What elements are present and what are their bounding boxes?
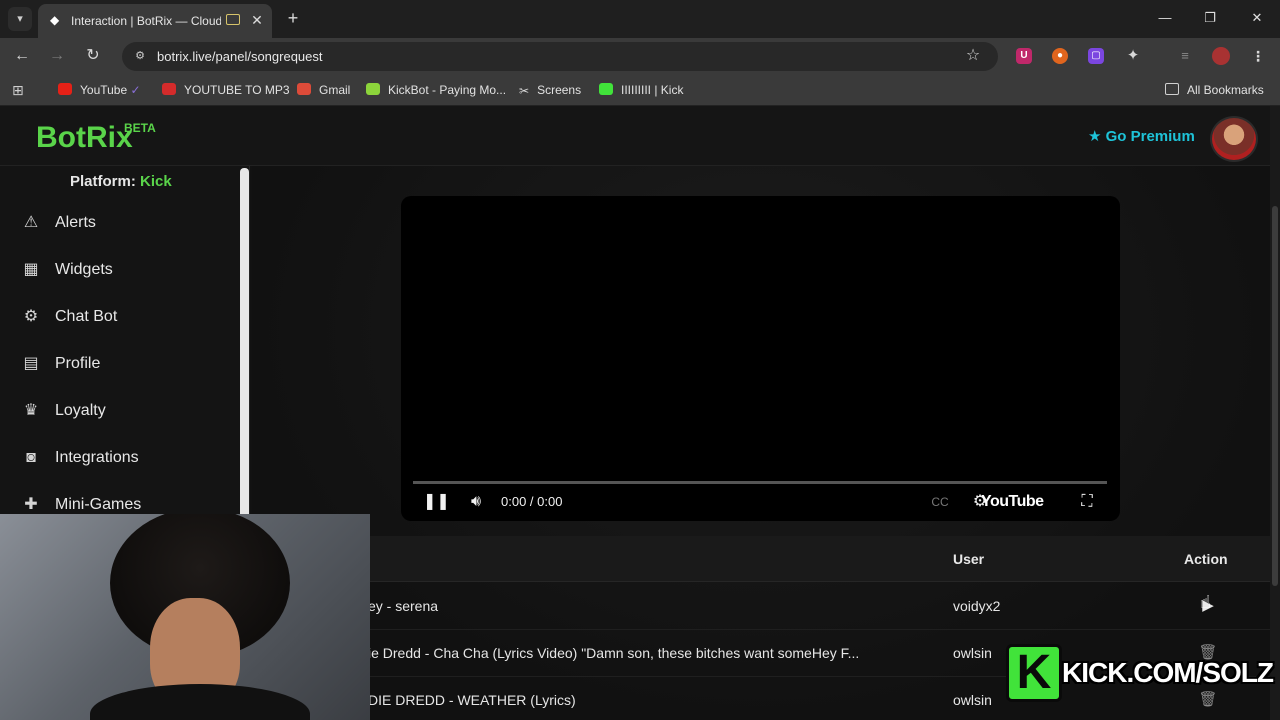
close-tab-icon[interactable]: ✕ <box>248 11 266 29</box>
trophy-icon: ♛ <box>23 402 39 419</box>
reload-icon[interactable]: ↻ <box>82 45 104 67</box>
column-action: Action <box>1184 551 1228 567</box>
webcam-overlay <box>0 514 370 720</box>
botrix-logo[interactable]: BotRix <box>36 120 133 156</box>
scissors-icon: ✂ <box>519 84 530 98</box>
top-navbar: BotRix BETA ★ Go Premium <box>0 106 1270 166</box>
requester-name: voidyx2 <box>953 598 1001 614</box>
bookmark-youtube[interactable]: YouTube ✓ <box>58 81 141 99</box>
user-avatar[interactable] <box>1210 116 1258 162</box>
minimize-icon[interactable]: — <box>1154 8 1176 28</box>
sidebar-item-label: Mini-Games <box>55 496 142 513</box>
pause-icon[interactable]: ❚❚ <box>423 491 450 513</box>
gmail-icon <box>297 83 311 95</box>
fullscreen-icon[interactable]: ⛶ <box>1076 491 1098 513</box>
song-title: DIE DREDD - WEATHER (Lyrics) <box>368 692 576 708</box>
all-bookmarks[interactable]: All Bookmarks <box>1165 81 1264 99</box>
youtube-player[interactable]: ❚❚ 🔊︎ 0:00 / 0:00 CC ⚙ YouTube ⛶ <box>401 196 1120 521</box>
sidebar-scrollbar[interactable] <box>240 168 249 528</box>
apps-grid-icon[interactable]: ⊞ <box>12 81 24 99</box>
check-icon: ✓ <box>130 83 141 97</box>
converter-icon <box>162 83 176 95</box>
requester-name: owlsin <box>953 692 992 708</box>
grid-icon: ▦ <box>23 261 39 278</box>
kick-channel-overlay: K KICK.COM/SOLZ <box>1006 640 1274 706</box>
twitch-extension-icon[interactable]: ▢ <box>1088 48 1104 64</box>
sidebar-item-alerts[interactable]: ⚠ Alerts <box>0 203 236 243</box>
song-title: ey - serena <box>368 598 439 614</box>
kick-icon <box>599 83 613 95</box>
sidebar-item-integrations[interactable]: ◙ Integrations <box>0 438 236 478</box>
browser-tab-bar: ▾ ◆ Interaction | BotRix — Cloud ✕ + — ❐… <box>0 0 1280 38</box>
folder-icon <box>1165 83 1179 95</box>
bookmarks-bar: ⊞ YouTube ✓ YOUTUBE TO MP3 Gmail KickBot… <box>0 74 1280 106</box>
sidebar-item-profile[interactable]: ▤ Profile <box>0 344 236 384</box>
browser-toolbar: ← → ↻ ⚙ botrix.live/panel/songrequest ☆ … <box>0 38 1280 74</box>
discord-icon: ◙ <box>26 449 36 466</box>
mouse-pointer-icon: ☝ <box>1200 592 1211 612</box>
progress-bar[interactable] <box>413 481 1107 484</box>
extension-icon[interactable]: ● <box>1052 48 1068 64</box>
address-bar[interactable]: ⚙ botrix.live/panel/songrequest ☆ <box>122 42 998 71</box>
webcam-person-shirt <box>90 684 310 720</box>
extensions-puzzle-icon[interactable]: ✦ <box>1125 48 1141 64</box>
sidebar-item-label: Profile <box>55 355 101 372</box>
sidebar-item-label: Alerts <box>55 214 96 231</box>
requester-name: owlsin <box>953 645 992 661</box>
bookmark-kick[interactable]: IIIIIIIII | Kick <box>599 81 683 99</box>
sidebar-item-label: Loyalty <box>55 402 106 419</box>
kick-channel-url: KICK.COM/SOLZ <box>1062 657 1274 688</box>
star-icon: ★ <box>1088 128 1102 145</box>
gamepad-icon: ✚ <box>24 496 38 513</box>
media-playing-icon[interactable] <box>226 14 240 25</box>
tab-title: Interaction | BotRix — Cloud <box>71 14 221 28</box>
forward-icon[interactable]: → <box>46 45 68 67</box>
bookmark-kickbot[interactable]: KickBot - Paying Mo... <box>366 81 506 99</box>
profile-avatar-icon[interactable] <box>1212 47 1230 65</box>
bookmark-screens[interactable]: ✂ Screens <box>519 81 581 99</box>
page-scrollbar-thumb[interactable] <box>1272 206 1278 586</box>
song-request-panel: ❚❚ 🔊︎ 0:00 / 0:00 CC ⚙ YouTube ⛶ User Ac… <box>252 166 1270 720</box>
url-text[interactable]: botrix.live/panel/songrequest <box>157 48 557 65</box>
sidebar-item-loyalty[interactable]: ♛ Loyalty <box>0 391 236 431</box>
browser-menu-icon[interactable]: ⋮ <box>1250 48 1266 64</box>
queue-header: User Action <box>252 536 1270 582</box>
bookmark-youtube-to-mp3[interactable]: YOUTUBE TO MP3 <box>162 81 290 99</box>
id-card-icon: ▤ <box>23 355 39 372</box>
time-display: 0:00 / 0:00 <box>501 494 563 509</box>
botrix-favicon-icon: ◆ <box>50 13 60 27</box>
site-info-icon[interactable]: ⚙ <box>132 48 148 64</box>
bookmark-star-icon[interactable]: ☆ <box>964 47 982 65</box>
back-icon[interactable]: ← <box>11 45 33 67</box>
kick-logo-icon: K <box>1006 644 1062 702</box>
beta-badge: BETA <box>124 121 156 135</box>
youtube-logo[interactable]: YouTube <box>981 492 1044 512</box>
reading-list-icon[interactable]: ≡ <box>1177 48 1193 64</box>
sidebar-item-label: Integrations <box>55 449 139 466</box>
sidebar-item-chat-bot[interactable]: ⚙ Chat Bot <box>0 297 236 337</box>
sidebar-item-label: Widgets <box>55 261 113 278</box>
bookmark-gmail[interactable]: Gmail <box>297 81 350 99</box>
volume-icon[interactable]: 🔊︎ <box>463 491 489 513</box>
sidebar-item-widgets[interactable]: ▦ Widgets <box>0 250 236 290</box>
new-tab-icon[interactable]: + <box>283 7 303 29</box>
browser-tab-active[interactable]: ◆ Interaction | BotRix — Cloud ✕ <box>38 4 272 38</box>
tab-search-icon[interactable]: ▾ <box>8 7 32 31</box>
song-title: ie Dredd - Cha Cha (Lyrics Video) "Damn … <box>368 645 860 661</box>
column-user: User <box>953 551 985 567</box>
youtube-icon <box>58 83 72 95</box>
go-premium-button[interactable]: ★ Go Premium <box>1088 127 1195 147</box>
kickbot-icon <box>366 83 380 95</box>
botrix-page: BotRix BETA ★ Go Premium Platform: Kick … <box>0 106 1280 720</box>
ublock-extension-icon[interactable]: U <box>1016 48 1032 64</box>
captions-icon[interactable]: CC <box>929 491 951 513</box>
restore-icon[interactable]: ❐ <box>1199 8 1221 28</box>
robot-icon: ⚙ <box>23 308 39 325</box>
warning-icon: ⚠ <box>23 214 39 231</box>
sidebar-item-label: Chat Bot <box>55 308 118 325</box>
platform-indicator: Platform: Kick <box>70 173 172 190</box>
table-row: ey - serena voidyx2 ▶ <box>252 583 1270 630</box>
close-window-icon[interactable]: ✕ <box>1246 8 1268 28</box>
